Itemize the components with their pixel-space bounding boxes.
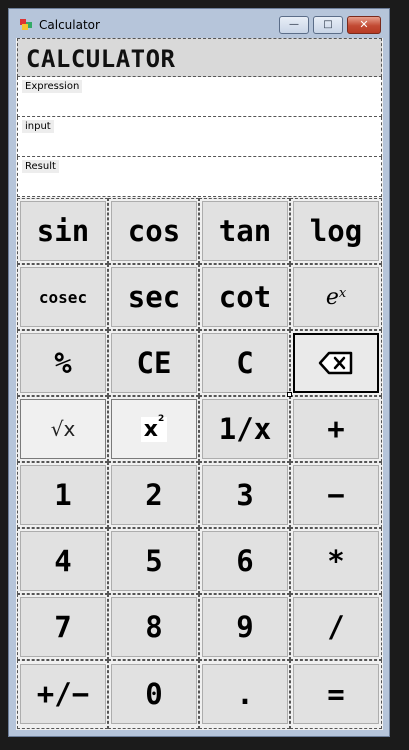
input-label: input: [22, 120, 54, 133]
maximize-icon: □: [323, 19, 333, 30]
exp-exponent: x: [338, 285, 347, 301]
backspace-icon: [318, 351, 353, 375]
percent-button[interactable]: %: [20, 333, 106, 393]
digit-4-button[interactable]: 4: [20, 531, 106, 591]
digit-3-button[interactable]: 3: [202, 465, 288, 525]
maximize-button[interactable]: □: [313, 16, 343, 34]
square-base: x: [143, 416, 158, 442]
equals-button[interactable]: =: [293, 664, 379, 724]
title-bar[interactable]: Calculator — □ ✕: [9, 9, 389, 39]
digit-9-button[interactable]: 9: [202, 597, 288, 657]
close-icon: ✕: [359, 18, 369, 31]
cot-button[interactable]: cot: [202, 267, 288, 327]
digit-8-button[interactable]: 8: [111, 597, 197, 657]
backspace-button[interactable]: [293, 333, 379, 393]
result-field[interactable]: Result: [17, 157, 382, 197]
keypad: sin cos tan log cosec sec cot ex % CE C: [17, 198, 382, 729]
sqrt-button[interactable]: √x: [20, 399, 106, 459]
plus-button[interactable]: +: [293, 399, 379, 459]
decimal-button[interactable]: .: [202, 664, 288, 724]
divide-button[interactable]: /: [293, 597, 379, 657]
app-icon: [20, 19, 32, 30]
square-icon: x2: [140, 414, 168, 442]
page-title: CALCULATOR: [26, 45, 176, 73]
digit-2-button[interactable]: 2: [111, 465, 197, 525]
negate-button[interactable]: +/−: [20, 664, 106, 724]
calculator-header: CALCULATOR: [17, 38, 382, 77]
minimize-icon: —: [289, 19, 299, 30]
clear-entry-button[interactable]: CE: [111, 333, 197, 393]
minimize-button[interactable]: —: [279, 16, 309, 34]
digit-1-button[interactable]: 1: [20, 465, 106, 525]
clear-button[interactable]: C: [202, 333, 288, 393]
sqrt-icon: √x: [50, 417, 76, 441]
exp-button[interactable]: ex: [293, 267, 379, 327]
digit-0-button[interactable]: 0: [111, 664, 197, 724]
result-label: Result: [22, 160, 59, 173]
reciprocal-button[interactable]: 1/x: [202, 399, 288, 459]
cos-button[interactable]: cos: [111, 201, 197, 261]
tan-button[interactable]: tan: [202, 201, 288, 261]
window-controls: — □ ✕: [275, 16, 381, 34]
digit-6-button[interactable]: 6: [202, 531, 288, 591]
square-exponent: 2: [157, 414, 165, 425]
resize-handle[interactable]: [287, 392, 292, 397]
input-field[interactable]: input: [17, 117, 382, 157]
minus-button[interactable]: −: [293, 465, 379, 525]
client-area: CALCULATOR Expression input Result sin c…: [16, 38, 383, 730]
calculator-window: Calculator — □ ✕ CALCULATOR Expression i…: [8, 8, 390, 737]
digit-5-button[interactable]: 5: [111, 531, 197, 591]
sec-button[interactable]: sec: [111, 267, 197, 327]
expression-field[interactable]: Expression: [17, 77, 382, 117]
close-button[interactable]: ✕: [347, 16, 381, 34]
cosec-button[interactable]: cosec: [20, 267, 106, 327]
exp-base: e: [325, 284, 339, 310]
expression-label: Expression: [22, 80, 83, 93]
square-button[interactable]: x2: [111, 399, 197, 459]
window-title: Calculator: [39, 18, 100, 32]
digit-7-button[interactable]: 7: [20, 597, 106, 657]
multiply-button[interactable]: *: [293, 531, 379, 591]
sin-button[interactable]: sin: [20, 201, 106, 261]
log-button[interactable]: log: [293, 201, 379, 261]
